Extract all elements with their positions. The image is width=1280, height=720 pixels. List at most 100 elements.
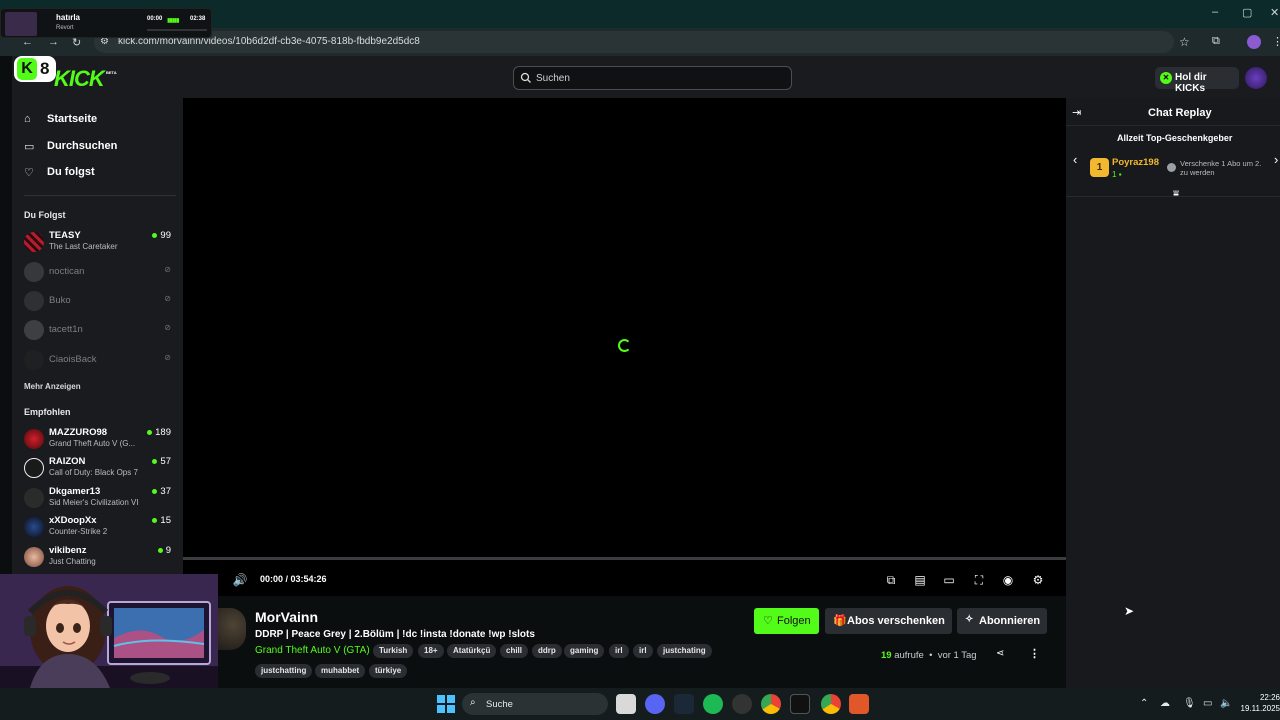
chat-filter-icon[interactable]: ⩸	[1173, 189, 1179, 200]
gift-cta-icon	[1167, 163, 1176, 172]
viewer-count-value: 99	[160, 230, 171, 241]
tag[interactable]: Turkish	[373, 644, 414, 658]
spotify-icon[interactable]	[703, 694, 723, 714]
cloud-icon[interactable]: ☁	[1160, 698, 1170, 709]
search-icon	[520, 71, 532, 89]
bookmark-star-icon[interactable]: ☆	[1179, 35, 1190, 49]
taskbar	[0, 688, 1280, 720]
tag[interactable]: irl	[609, 644, 629, 658]
network-icon[interactable]: ▭	[1203, 698, 1212, 709]
chevron-right-icon[interactable]: ›	[1274, 152, 1278, 167]
fullscreen-icon[interactable]: ⛶	[971, 572, 987, 588]
clock-time: 22:26	[1259, 693, 1280, 702]
streamer-avatar[interactable]	[214, 608, 246, 650]
recommended-channel-xxdoopxx[interactable]: xXDoopXx Counter-Strike 2 15	[24, 515, 174, 543]
kick-logo[interactable]: KICK	[54, 66, 105, 92]
subscribe-label: Abonnieren	[979, 615, 1041, 627]
avatar	[24, 262, 44, 282]
close-window-button[interactable]: ✕	[1270, 6, 1279, 19]
app-icon[interactable]	[732, 694, 752, 714]
chrome-active-icon[interactable]	[821, 694, 841, 714]
maximize-button[interactable]: ▢	[1242, 6, 1252, 19]
viewer-count: 9	[157, 545, 171, 556]
channel-category: Call of Duty: Black Ops 7	[49, 468, 138, 477]
recommended-channel-raizon[interactable]: RAIZON Call of Duty: Black Ops 7 57	[24, 456, 174, 484]
viewer-count-value: 37	[160, 486, 171, 497]
search-input[interactable]: Suchen	[513, 66, 792, 90]
overlay-badge-letter: K	[17, 58, 37, 80]
webcam-overlay	[0, 574, 218, 688]
viewer-count-value: 9	[165, 545, 171, 556]
chrome-icon[interactable]	[761, 694, 781, 714]
tag[interactable]: ddrp	[532, 644, 562, 658]
offline-icon: ⊘	[164, 323, 171, 332]
recommended-channel-mazzuro98[interactable]: MAZZURO98 Grand Theft Auto V (G... 189	[24, 427, 174, 455]
loading-spinner-icon	[618, 339, 631, 352]
discord-icon[interactable]	[645, 694, 665, 714]
profile-avatar[interactable]	[1247, 35, 1261, 49]
tag[interactable]: 18+	[418, 644, 444, 658]
following-channel-buko[interactable]: Buko ⊘	[24, 289, 174, 317]
tag[interactable]: gaming	[564, 644, 605, 658]
epic-games-icon[interactable]	[790, 694, 810, 714]
app-icon[interactable]	[849, 694, 869, 714]
kicks-icon: ✕	[1160, 72, 1172, 84]
theater-mode-icon[interactable]: ▭	[941, 572, 957, 588]
following-channel-teasy[interactable]: TEASY The Last Caretaker 99	[24, 230, 174, 258]
stream-category-link[interactable]: Grand Theft Auto V (GTA)	[255, 645, 370, 656]
channel-name: noctican	[49, 266, 85, 277]
tray-chevron-icon[interactable]: ⌃	[1140, 698, 1148, 709]
steam-icon[interactable]	[674, 694, 694, 714]
browser-menu-icon[interactable]: ⋮	[1272, 35, 1280, 48]
get-kicks-label: Hol dir KICKs	[1175, 72, 1207, 94]
following-channel-ciaoisback[interactable]: CiaoisBack ⊘	[24, 348, 174, 376]
windows-start-icon[interactable]	[437, 695, 455, 713]
stream-title: DDRP | Peace Grey | 2.Bölüm | !dc !insta…	[255, 629, 535, 640]
file-explorer-icon[interactable]	[616, 694, 636, 714]
mini-player-icon[interactable]: ⧉	[883, 572, 899, 588]
chevron-left-icon[interactable]: ‹	[1073, 152, 1077, 167]
playback-speed-icon[interactable]: ◉	[1000, 572, 1016, 588]
more-options-icon[interactable]: ⋮	[1029, 647, 1040, 660]
follow-button[interactable]: ♡ Folgen	[754, 608, 819, 634]
taskbar-clock[interactable]: 22:26 19.11.2025	[1240, 692, 1280, 714]
home-icon: ⌂	[24, 113, 31, 125]
gift-subs-button[interactable]: 🎁 Abos verschenken	[825, 608, 952, 634]
avatar	[24, 458, 44, 478]
speaker-icon[interactable]: 🔈	[1220, 698, 1232, 709]
following-channel-noctican[interactable]: noctican ⊘	[24, 260, 174, 288]
tag[interactable]: muhabbet	[315, 664, 366, 678]
tag[interactable]: chill	[500, 644, 529, 658]
gift-cta-text[interactable]: Verschenke 1 Abo um 2. zu werden	[1180, 159, 1270, 177]
extensions-icon[interactable]: ⧉	[1212, 35, 1220, 48]
show-more-link[interactable]: Mehr Anzeigen	[24, 382, 81, 391]
recommended-channel-dkgamer13[interactable]: Dkgamer13 Sid Meier's Civilization VI 37	[24, 486, 174, 514]
tag[interactable]: türkiye	[369, 664, 408, 678]
collapse-chat-icon[interactable]: ⇥	[1072, 106, 1081, 119]
gifter-rank-badge: 1	[1090, 158, 1109, 177]
clip-icon[interactable]: ▤	[912, 572, 928, 588]
taskbar-search[interactable]: ⌕ Suche	[462, 693, 608, 715]
minimize-button[interactable]: –	[1212, 6, 1218, 18]
get-kicks-button[interactable]: ✕ Hol dir KICKs	[1155, 67, 1239, 94]
microphone-icon[interactable]: 🎙	[1183, 698, 1196, 709]
tag[interactable]: Atatürkçü	[447, 644, 497, 658]
mouse-cursor-icon: ➤	[1124, 604, 1135, 618]
streamer-name[interactable]: MorVainn	[255, 609, 318, 625]
equalizer-icon: ▮▮▮▮▮	[167, 18, 179, 24]
gifter-name[interactable]: Poyraz198	[1112, 157, 1159, 168]
tag[interactable]: justchating	[657, 644, 712, 658]
share-icon[interactable]: ⋖	[996, 648, 1004, 659]
channel-name: MAZZURO98	[49, 427, 108, 438]
recommended-channel-vikibenz[interactable]: vikibenz Just Chatting 9	[24, 545, 174, 573]
user-avatar[interactable]	[1245, 67, 1267, 89]
subscribe-button[interactable]: ✧ Abonnieren	[957, 608, 1047, 634]
tag[interactable]: irl	[633, 644, 653, 658]
avatar	[24, 320, 44, 340]
volume-icon[interactable]: 🔊	[232, 572, 248, 588]
settings-gear-icon[interactable]: ⚙	[1030, 572, 1046, 588]
tag[interactable]: justchatting	[255, 664, 313, 678]
following-channel-tacett1n[interactable]: tacett1n ⊘	[24, 318, 174, 346]
gift-icon: ▪	[1118, 170, 1122, 179]
follow-label: Folgen	[777, 615, 811, 627]
